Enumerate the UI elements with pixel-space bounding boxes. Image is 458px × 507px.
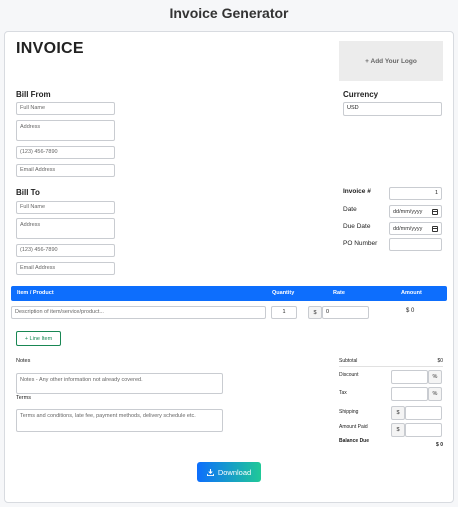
bill-from-label: Bill From bbox=[16, 90, 51, 99]
calendar-icon[interactable] bbox=[432, 208, 438, 215]
shipping-currency-addon: $ bbox=[391, 406, 405, 420]
bill-to-phone-input[interactable]: (123) 456-7890 bbox=[16, 244, 115, 257]
amount-paid-label: Amount Paid bbox=[339, 424, 368, 430]
bill-to-label: Bill To bbox=[16, 188, 40, 197]
invoice-heading: INVOICE bbox=[16, 40, 84, 57]
items-table-header: Item / Product Quantity Rate Amount bbox=[11, 286, 447, 301]
terms-textarea[interactable]: Terms and conditions, late fee, payment … bbox=[16, 409, 223, 432]
bill-to-email-input[interactable]: Email Address bbox=[16, 262, 115, 275]
date-input-text: dd/mm/yyyy bbox=[393, 208, 423, 215]
add-logo-button[interactable]: + Add Your Logo bbox=[339, 41, 443, 81]
tax-label: Tax bbox=[339, 390, 347, 396]
discount-percent-addon: % bbox=[428, 370, 442, 384]
bill-from-phone-input[interactable]: (123) 456-7890 bbox=[16, 146, 115, 159]
subtotal-value: $0 bbox=[437, 358, 443, 364]
invoice-card: INVOICE + Add Your Logo Bill From Full N… bbox=[4, 31, 454, 503]
due-date-input-text: dd/mm/yyyy bbox=[393, 225, 423, 232]
subtotal-label: Subtotal bbox=[339, 358, 358, 364]
terms-label: Terms bbox=[16, 395, 31, 401]
tax-input[interactable] bbox=[391, 387, 428, 401]
col-header-item: Item / Product bbox=[17, 290, 54, 296]
po-number-label: PO Number bbox=[343, 240, 378, 247]
download-button-label: Download bbox=[217, 467, 252, 477]
discount-input[interactable] bbox=[391, 370, 428, 384]
item-rate-input[interactable]: 0 bbox=[322, 306, 369, 319]
calendar-icon[interactable] bbox=[432, 225, 438, 232]
currency-label: Currency bbox=[343, 90, 379, 99]
shipping-input[interactable] bbox=[405, 406, 442, 420]
invoice-number-input[interactable]: 1 bbox=[389, 187, 442, 200]
download-icon bbox=[206, 468, 214, 476]
date-label: Date bbox=[343, 206, 357, 213]
col-header-quantity: Quantity bbox=[272, 290, 295, 296]
amount-paid-currency-addon: $ bbox=[391, 423, 405, 437]
bill-to-address-input[interactable]: Address bbox=[16, 218, 115, 239]
po-number-input[interactable] bbox=[389, 238, 442, 251]
bill-to-name-input[interactable]: Full Name bbox=[16, 201, 115, 214]
discount-label: Discount bbox=[339, 372, 359, 378]
download-button[interactable]: Download bbox=[197, 462, 261, 482]
add-line-item-button[interactable]: + Line Item bbox=[16, 331, 61, 346]
currency-select[interactable]: USD bbox=[343, 102, 442, 116]
date-input[interactable]: dd/mm/yyyy bbox=[389, 205, 442, 218]
bill-from-name-input[interactable]: Full Name bbox=[16, 102, 115, 115]
notes-textarea[interactable]: Notes - Any other information not alread… bbox=[16, 373, 223, 394]
page-title: Invoice Generator bbox=[169, 5, 289, 21]
tax-percent-addon: % bbox=[428, 387, 442, 401]
bill-from-email-input[interactable]: Email Address bbox=[16, 164, 115, 177]
item-description-input[interactable]: Description of item/service/product... bbox=[11, 306, 266, 319]
invoice-number-label: Invoice # bbox=[343, 188, 371, 195]
shipping-label: Shipping bbox=[339, 409, 359, 415]
col-header-amount: Amount bbox=[401, 290, 422, 296]
col-header-rate: Rate bbox=[333, 290, 345, 296]
item-quantity-input[interactable]: 1 bbox=[271, 306, 297, 319]
subtotal-divider bbox=[339, 366, 443, 367]
amount-paid-input[interactable] bbox=[405, 423, 442, 437]
item-amount: $ 0 bbox=[406, 308, 415, 314]
balance-due-label: Balance Due bbox=[339, 438, 370, 444]
balance-due-value: $ 0 bbox=[436, 442, 443, 448]
notes-label: Notes bbox=[16, 358, 31, 364]
due-date-input[interactable]: dd/mm/yyyy bbox=[389, 222, 442, 235]
rate-currency-symbol: $ bbox=[308, 306, 322, 319]
bill-from-address-input[interactable]: Address bbox=[16, 120, 115, 141]
due-date-label: Due Date bbox=[343, 223, 371, 230]
